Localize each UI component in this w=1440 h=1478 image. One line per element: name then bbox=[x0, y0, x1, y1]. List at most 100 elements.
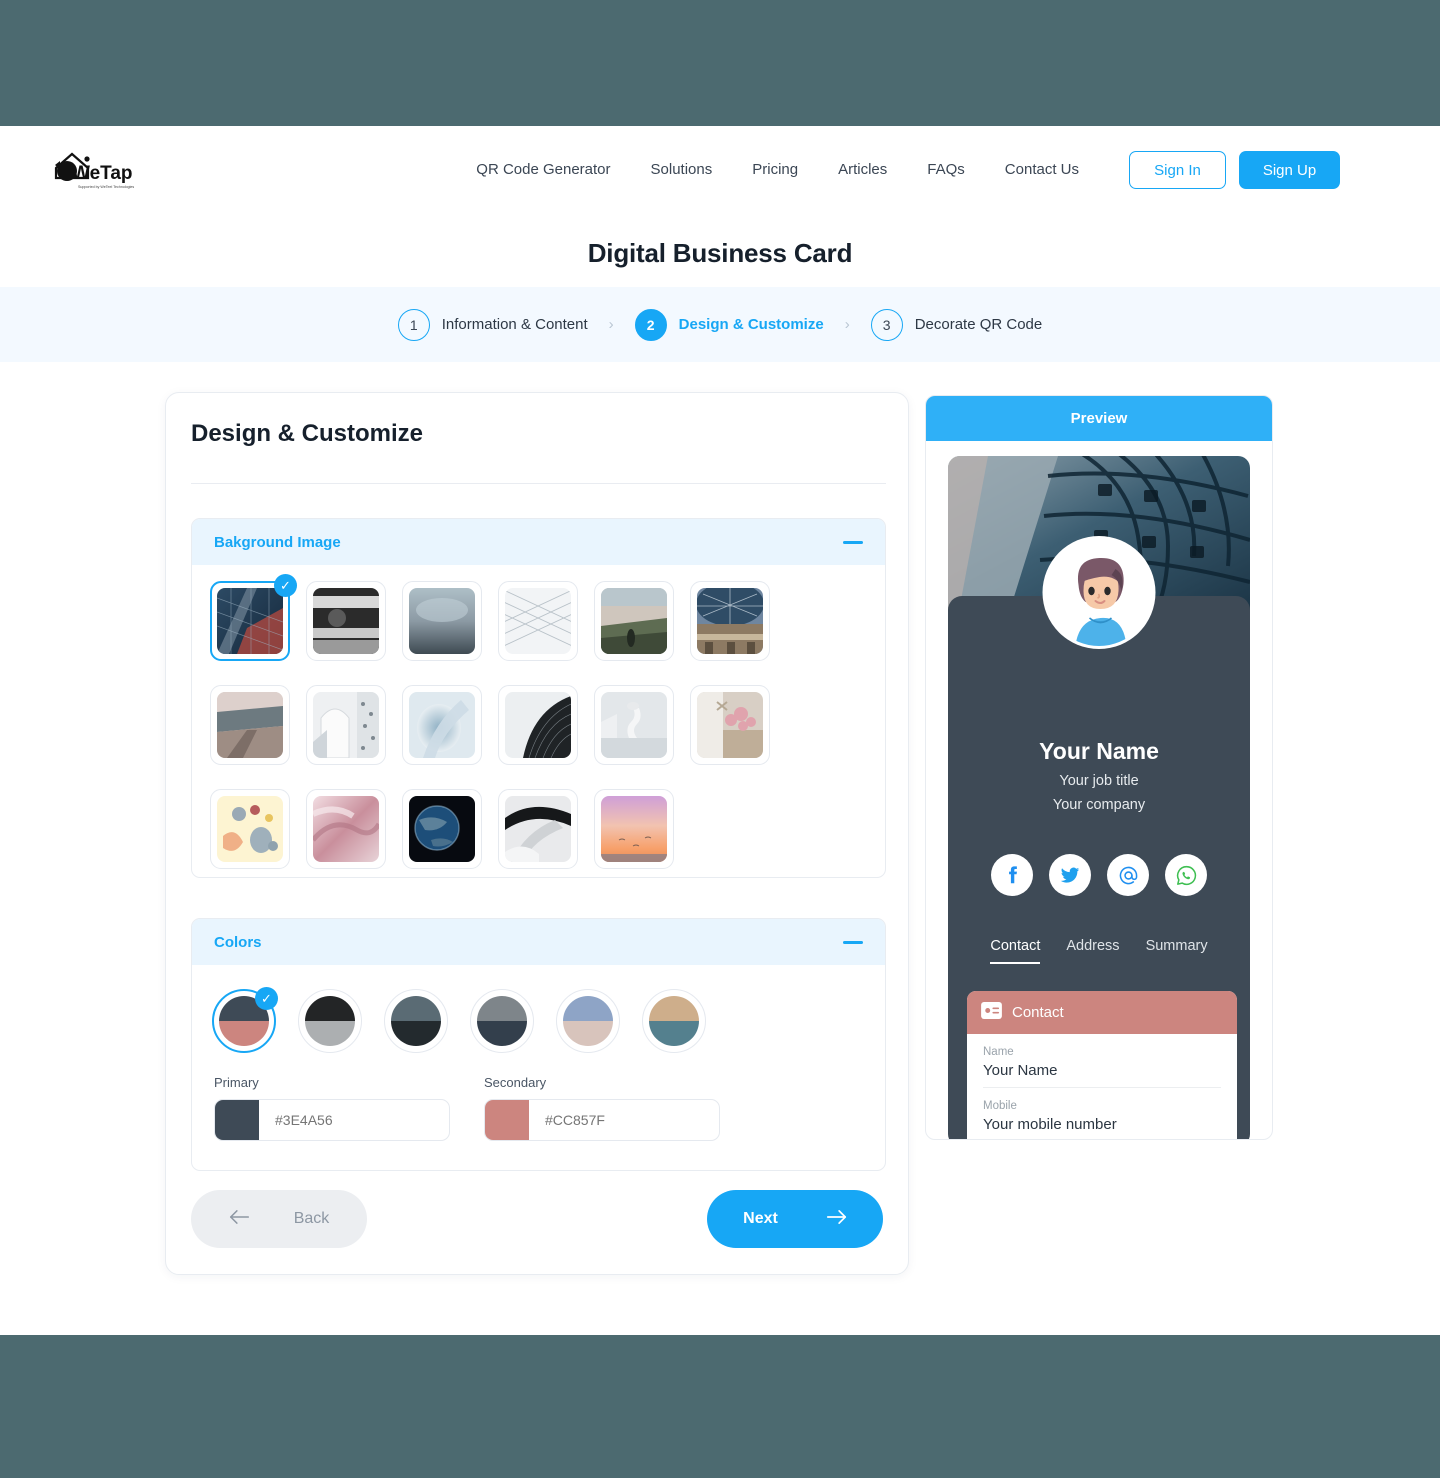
contact-card-header: Contact bbox=[967, 991, 1237, 1034]
secondary-color-label: Secondary bbox=[484, 1075, 547, 1090]
preview-company: Your company bbox=[1052, 797, 1146, 813]
thumb-white-arch[interactable] bbox=[306, 685, 386, 765]
background-image-section: Bakground Image ✓ bbox=[191, 518, 886, 878]
nav-item-qr-code-generator[interactable]: QR Code Generator bbox=[456, 150, 630, 190]
page-root: WeTap Supported by WeTeel Technologies Q… bbox=[0, 0, 1440, 1478]
twitter-icon[interactable] bbox=[1049, 854, 1091, 896]
thumb-dark-facade[interactable] bbox=[498, 685, 578, 765]
thumb-blue-fabric[interactable] bbox=[402, 685, 482, 765]
back-button[interactable]: Back bbox=[191, 1190, 367, 1248]
preview-panel: Preview Your Name Your job title Your co… bbox=[925, 395, 1273, 1140]
contact-row-label: Mobile bbox=[983, 1100, 1017, 1112]
bottom-band bbox=[0, 1335, 1440, 1478]
step-separator-2: › bbox=[844, 316, 850, 333]
nav-item-contact-us[interactable]: Contact Us bbox=[985, 150, 1099, 190]
business-card-preview: Your Name Your job title Your company Co… bbox=[948, 456, 1250, 1139]
color-swatch-1[interactable]: ✓ bbox=[212, 987, 278, 1053]
step-3[interactable]: 3 Decorate QR Code bbox=[870, 308, 1043, 341]
contact-card: Contact Name Your Name Mobile Your mobil… bbox=[967, 991, 1237, 1139]
thumb-field-wall[interactable] bbox=[594, 581, 674, 661]
thumb-galleria-dome[interactable] bbox=[690, 581, 770, 661]
primary-color-label: Primary bbox=[214, 1075, 259, 1090]
color-swatch-4[interactable] bbox=[470, 989, 534, 1053]
background-section-title: Bakground Image bbox=[214, 533, 341, 551]
avatar[interactable] bbox=[1042, 536, 1156, 649]
step-2[interactable]: 2 Design & Customize bbox=[634, 308, 824, 341]
top-band bbox=[0, 0, 1440, 126]
preview-tab-contact[interactable]: Contact bbox=[990, 938, 1041, 964]
primary-color-chip[interactable] bbox=[215, 1100, 259, 1140]
color-swatch-3[interactable] bbox=[384, 989, 448, 1053]
arrow-right-icon bbox=[826, 1209, 847, 1230]
whatsapp-icon[interactable] bbox=[1165, 854, 1207, 896]
contact-row-name: Name Your Name bbox=[983, 1034, 1221, 1088]
selected-check-icon: ✓ bbox=[274, 574, 297, 597]
email-icon[interactable] bbox=[1107, 854, 1149, 896]
panel-title: Design & Customize bbox=[191, 420, 424, 447]
thumb-bw-sculpture[interactable] bbox=[498, 789, 578, 869]
facebook-icon[interactable] bbox=[991, 854, 1033, 896]
thumb-pink-marble[interactable] bbox=[306, 789, 386, 869]
svg-text:WeTap: WeTap bbox=[72, 163, 133, 184]
thumb-still-life-vase[interactable] bbox=[594, 685, 674, 765]
next-button[interactable]: Next bbox=[707, 1190, 883, 1248]
contact-card-rows: Name Your Name Mobile Your mobile number… bbox=[967, 1034, 1237, 1139]
preview-job-title: Your job title bbox=[1059, 773, 1139, 789]
step-1-label: Information & Content bbox=[441, 316, 588, 333]
step-2-number: 2 bbox=[634, 308, 667, 341]
step-separator-1: › bbox=[608, 316, 614, 333]
wetap-logo[interactable]: WeTap Supported by WeTeel Technologies bbox=[50, 148, 145, 196]
background-section-header[interactable]: Bakground Image bbox=[192, 519, 885, 565]
social-links bbox=[948, 854, 1250, 896]
selected-check-icon: ✓ bbox=[255, 987, 278, 1010]
sign-up-button[interactable]: Sign Up bbox=[1239, 151, 1340, 189]
contact-row-value: Your mobile number bbox=[983, 1116, 1117, 1133]
preview-header: Preview bbox=[926, 396, 1272, 441]
thumb-flowers-basket[interactable] bbox=[690, 685, 770, 765]
minus-icon[interactable] bbox=[843, 940, 863, 944]
thumb-blurred-tower[interactable] bbox=[402, 581, 482, 661]
nav-item-solutions[interactable]: Solutions bbox=[631, 150, 733, 190]
thumb-white-grid-dome[interactable] bbox=[498, 581, 578, 661]
arrow-left-icon bbox=[229, 1209, 250, 1230]
thumb-earth-space[interactable] bbox=[402, 789, 482, 869]
sign-in-button[interactable]: Sign In bbox=[1129, 151, 1226, 189]
contact-row-value: Your Name bbox=[983, 1062, 1058, 1079]
nav-item-pricing[interactable]: Pricing bbox=[732, 150, 818, 190]
contact-row-mobile: Mobile Your mobile number bbox=[983, 1088, 1221, 1139]
step-3-number: 3 bbox=[870, 308, 903, 341]
step-1[interactable]: 1 Information & Content bbox=[397, 308, 588, 341]
colors-section-title: Colors bbox=[214, 933, 262, 951]
step-3-label: Decorate QR Code bbox=[914, 316, 1043, 333]
primary-color-field: Primary bbox=[214, 1075, 450, 1141]
hex-inputs-row: Primary Secondary bbox=[192, 1053, 885, 1141]
color-swatch-2[interactable] bbox=[298, 989, 362, 1053]
next-button-label: Next bbox=[743, 1210, 778, 1227]
thumb-sunset-birds[interactable] bbox=[594, 789, 674, 869]
main-nav: QR Code Generator Solutions Pricing Arti… bbox=[456, 150, 1340, 190]
design-panel: Design & Customize Bakground Image ✓ Col… bbox=[165, 392, 909, 1275]
secondary-color-field: Secondary bbox=[484, 1075, 720, 1141]
step-1-number: 1 bbox=[397, 308, 430, 341]
thumb-desert-road[interactable] bbox=[210, 685, 290, 765]
thumb-bw-columns[interactable] bbox=[306, 581, 386, 661]
preview-tab-summary[interactable]: Summary bbox=[1146, 938, 1208, 964]
thumb-skyscraper-lattice[interactable]: ✓ bbox=[210, 574, 297, 661]
secondary-color-input[interactable] bbox=[529, 1112, 719, 1128]
preview-tabs: Contact Address Summary bbox=[948, 938, 1250, 964]
preview-name: Your Name bbox=[1039, 738, 1159, 764]
secondary-color-chip[interactable] bbox=[485, 1100, 529, 1140]
minus-icon[interactable] bbox=[843, 540, 863, 544]
back-button-label: Back bbox=[293, 1210, 330, 1227]
primary-color-input[interactable] bbox=[259, 1112, 449, 1128]
colors-section-header[interactable]: Colors bbox=[192, 919, 885, 965]
thumb-abstract-shapes[interactable] bbox=[210, 789, 290, 869]
nav-item-articles[interactable]: Articles bbox=[818, 150, 907, 190]
preview-tab-address[interactable]: Address bbox=[1066, 938, 1119, 964]
contact-card-title: Contact bbox=[1012, 1004, 1064, 1021]
color-swatch-5[interactable] bbox=[556, 989, 620, 1053]
background-thumbnail-grid: ✓ bbox=[192, 565, 885, 877]
colors-section: Colors ✓ Primary #3E4A56 Secondary #CC85… bbox=[191, 918, 886, 1171]
nav-item-faqs[interactable]: FAQs bbox=[907, 150, 985, 190]
color-swatch-6[interactable] bbox=[642, 989, 706, 1053]
